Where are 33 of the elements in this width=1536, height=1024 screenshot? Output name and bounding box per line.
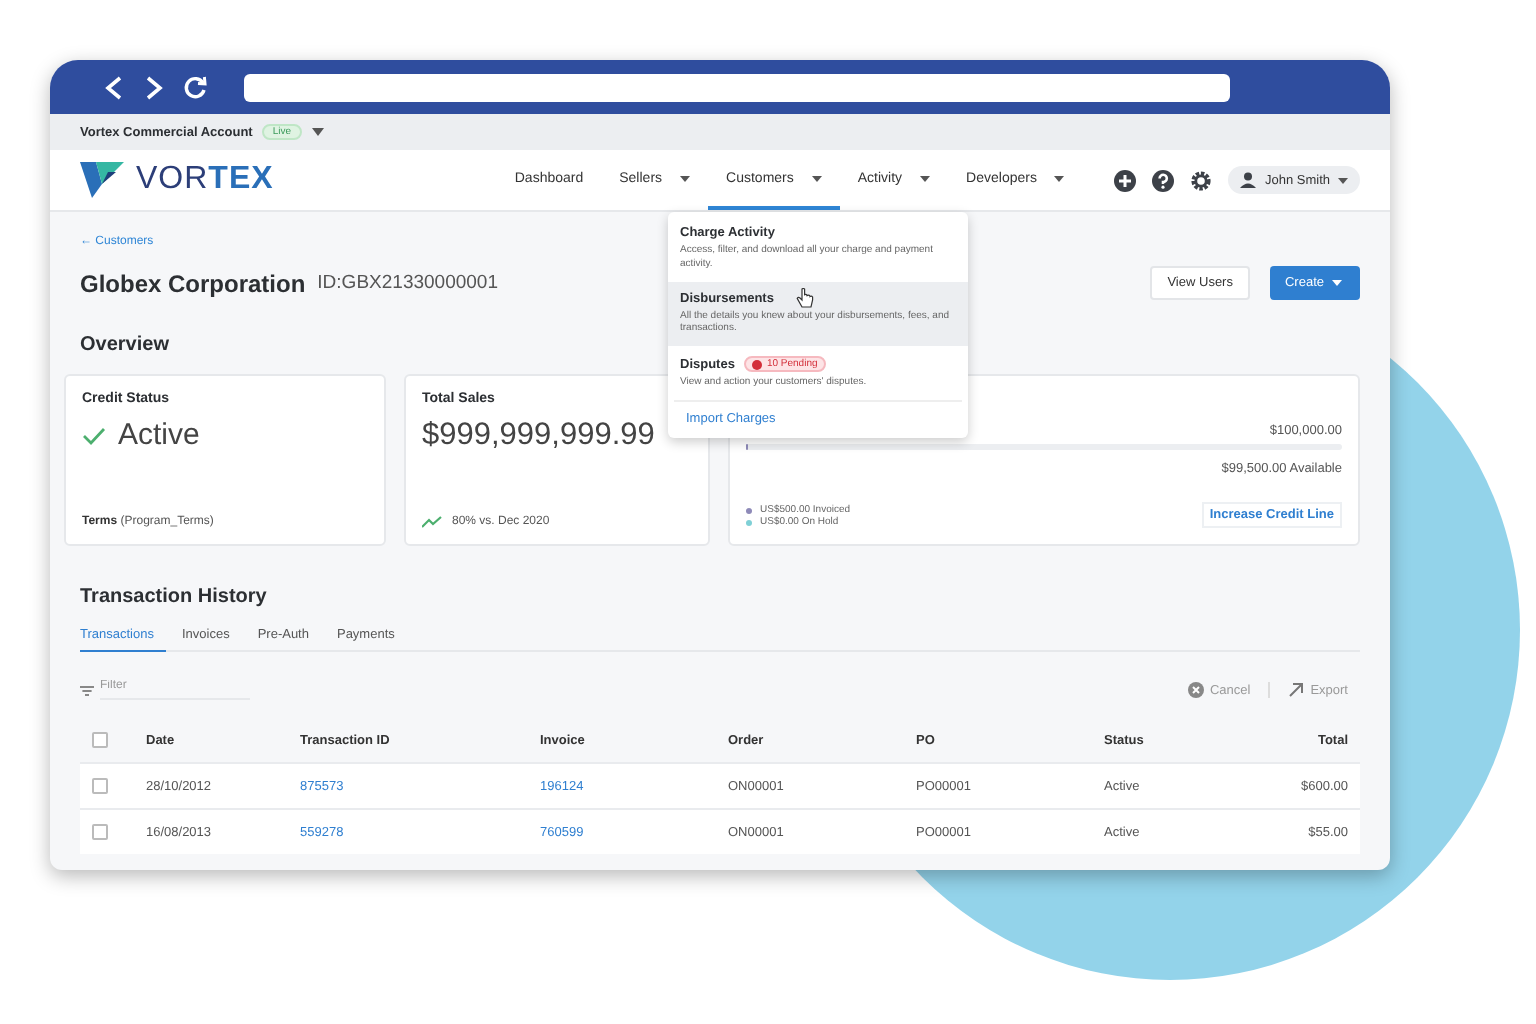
settings-icon[interactable] <box>1190 169 1213 191</box>
section-heading: Overview <box>80 334 171 356</box>
caret-icon <box>680 175 691 181</box>
page-title: Globex Corporation <box>80 269 306 297</box>
checkbox[interactable] <box>92 732 108 748</box>
address-field[interactable] <box>244 73 1230 101</box>
help-icon[interactable] <box>1152 169 1175 191</box>
sales-value: $999,999,999.99 <box>422 418 657 454</box>
section-heading: Transaction History <box>80 586 269 608</box>
caret-icon <box>920 175 931 181</box>
logo-text: VORTEX <box>136 162 274 198</box>
trend-up-icon <box>422 516 442 528</box>
add-icon[interactable] <box>1114 169 1137 191</box>
checkbox[interactable] <box>92 778 108 794</box>
caret-icon <box>1338 177 1348 183</box>
alert-icon <box>752 359 763 369</box>
hand-cursor-icon <box>796 287 814 309</box>
arrow-up-right-icon <box>1288 682 1305 698</box>
back-icon[interactable] <box>102 73 126 101</box>
check-icon <box>82 425 106 445</box>
reload-icon[interactable] <box>182 74 208 100</box>
status-value: Active <box>118 418 200 452</box>
caret-icon <box>1054 175 1065 181</box>
checkbox[interactable] <box>92 824 108 840</box>
filter-icon <box>80 685 94 695</box>
close-icon <box>1187 682 1204 698</box>
person-icon <box>1240 172 1257 188</box>
logo-icon <box>80 160 124 200</box>
customer-id: ID:GBX21330000001 <box>317 272 498 294</box>
caret-icon <box>811 175 822 181</box>
forward-icon[interactable] <box>142 73 166 101</box>
caret-icon[interactable] <box>311 128 324 136</box>
caret-icon <box>1332 280 1342 286</box>
